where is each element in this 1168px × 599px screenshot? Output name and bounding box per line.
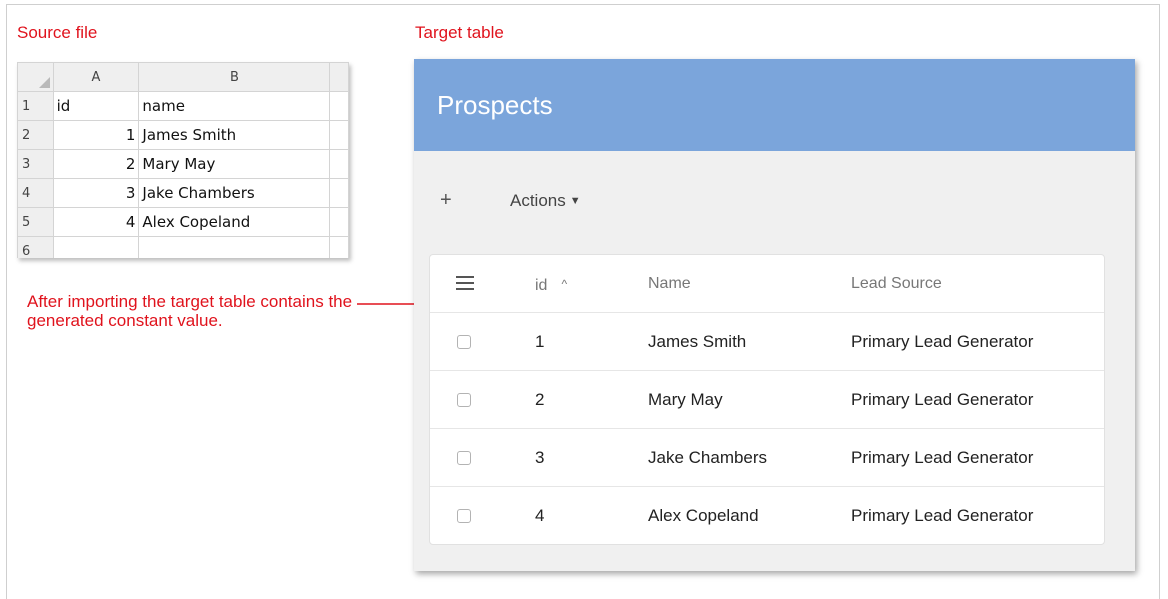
row-checkbox[interactable] — [457, 509, 471, 523]
row-id: 2 — [535, 390, 545, 409]
prospects-app: Prospects + Actions ▼ id ^ Name Lead Sourc… — [414, 59, 1135, 571]
sort-ascending-icon[interactable]: ^ — [561, 277, 567, 291]
row-name: Alex Copeland — [648, 506, 759, 525]
column-header-name[interactable]: Name — [648, 255, 691, 313]
row-name: James Smith — [648, 332, 747, 351]
row-checkbox[interactable] — [457, 393, 471, 407]
table-row[interactable]: 3 Jake Chambers Primary Lead Generator — [430, 429, 1104, 487]
add-button[interactable]: + — [440, 189, 452, 212]
toolbar: + Actions ▼ — [414, 181, 1135, 221]
table-row[interactable]: 1 James Smith Primary Lead Generator — [430, 313, 1104, 371]
row-checkbox[interactable] — [457, 335, 471, 349]
row-checkbox[interactable] — [457, 451, 471, 465]
row-id: 3 — [535, 448, 545, 467]
row-name: Mary May — [648, 390, 723, 409]
row-name: Jake Chambers — [648, 448, 768, 467]
row-lead-source: Primary Lead Generator — [851, 332, 1034, 351]
page-title: Prospects — [414, 59, 1135, 151]
table-row[interactable]: 2 Mary May Primary Lead Generator — [430, 371, 1104, 429]
prospects-grid: id ^ Name Lead Source 1 James Smith Prima… — [429, 254, 1105, 545]
actions-dropdown[interactable]: Actions ▼ — [510, 191, 581, 211]
id-header-label: id — [535, 277, 548, 294]
column-header-lead-source[interactable]: Lead Source — [851, 255, 942, 313]
table-row[interactable]: 4 Alex Copeland Primary Lead Generator — [430, 487, 1104, 544]
actions-label: Actions — [510, 191, 566, 210]
menu-icon[interactable] — [456, 276, 474, 290]
column-header-id[interactable]: id ^ — [535, 255, 567, 315]
row-lead-source: Primary Lead Generator — [851, 390, 1034, 409]
row-lead-source: Primary Lead Generator — [851, 506, 1034, 525]
row-id: 1 — [535, 332, 545, 351]
grid-header-row: id ^ Name Lead Source — [430, 255, 1104, 313]
row-lead-source: Primary Lead Generator — [851, 448, 1034, 467]
row-id: 4 — [535, 506, 545, 525]
caret-down-icon: ▼ — [569, 195, 581, 207]
